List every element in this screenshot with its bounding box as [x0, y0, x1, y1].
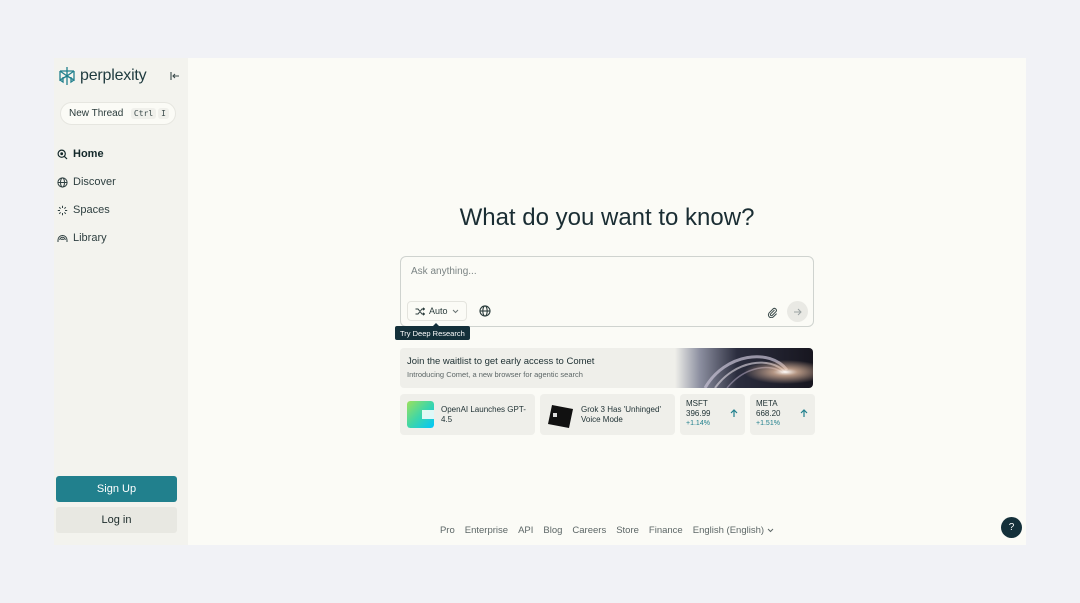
sidebar-item-label: Library: [73, 232, 107, 244]
sidebar-item-label: Spaces: [73, 204, 110, 216]
news-thumbnail: [547, 401, 574, 428]
footer-link-enterprise[interactable]: Enterprise: [465, 525, 508, 536]
new-thread-label: New Thread: [69, 108, 124, 119]
sidebar-item-library[interactable]: Library: [57, 224, 116, 252]
language-selector[interactable]: English (English): [693, 525, 774, 536]
news-card[interactable]: OpenAI Launches GPT-4.5: [400, 394, 535, 435]
library-icon: [57, 233, 68, 244]
sidebar: perplexity New Thread Ctrl I Home Discov…: [54, 58, 188, 545]
footer-links: Pro Enterprise API Blog Careers Store Fi…: [188, 525, 1026, 536]
app-window: perplexity New Thread Ctrl I Home Discov…: [54, 58, 1026, 545]
language-label: English (English): [692, 525, 765, 536]
sidebar-item-label: Discover: [73, 176, 116, 188]
globe-icon: [57, 176, 68, 188]
help-button[interactable]: ?: [1001, 517, 1022, 538]
sidebar-item-spaces[interactable]: Spaces: [57, 196, 116, 224]
shuffle-icon: [415, 306, 425, 316]
search-mode-label: Auto: [429, 306, 448, 316]
arrow-up-icon: [728, 408, 739, 419]
search-box: Auto: [400, 256, 814, 327]
globe-icon: [479, 305, 491, 317]
footer-link-blog[interactable]: Blog: [543, 525, 562, 536]
chevron-down-icon: [452, 309, 458, 313]
chevron-down-icon: [767, 528, 774, 533]
collapse-sidebar-icon[interactable]: [168, 69, 182, 83]
deep-research-tooltip: Try Deep Research: [395, 323, 470, 340]
stock-card-meta[interactable]: META 668.20 +1.51%: [750, 394, 815, 435]
brand-logo[interactable]: perplexity: [58, 66, 147, 86]
spaces-icon: [57, 205, 68, 216]
attach-button[interactable]: [767, 305, 778, 319]
sidebar-nav: Home Discover Spaces Library: [57, 140, 116, 252]
stock-change: +1.14%: [686, 420, 710, 427]
sidebar-item-label: Home: [73, 148, 104, 160]
page-title: What do you want to know?: [459, 204, 755, 231]
arrow-right-icon: [794, 308, 802, 315]
sidebar-item-discover[interactable]: Discover: [57, 168, 116, 196]
log-in-button[interactable]: Log in: [56, 507, 177, 533]
shortcut-key-ctrl: Ctrl: [130, 108, 157, 119]
perplexity-logo-icon: [59, 67, 75, 85]
news-title: Grok 3 Has 'Unhinged' Voice Mode: [581, 404, 661, 424]
footer-link-api[interactable]: API: [518, 525, 533, 536]
arrow-up-icon: [798, 408, 809, 419]
stock-symbol: META: [756, 399, 778, 408]
footer-link-finance[interactable]: Finance: [649, 525, 683, 536]
stock-change: +1.51%: [756, 420, 780, 427]
promo-title: Join the waitlist to get early access to…: [407, 356, 595, 367]
paperclip-icon: [767, 307, 777, 319]
new-thread-button[interactable]: New Thread Ctrl I: [60, 102, 176, 125]
footer-link-careers[interactable]: Careers: [572, 525, 606, 536]
search-icon: [57, 148, 68, 160]
stock-card-msft[interactable]: MSFT 396.99 +1.14%: [680, 394, 745, 435]
shortcut-key-i: I: [158, 108, 169, 119]
stock-symbol: MSFT: [686, 399, 708, 408]
promo-subtitle: Introducing Comet, a new browser for age…: [407, 370, 583, 379]
search-input[interactable]: [411, 266, 791, 277]
search-sources-button[interactable]: [479, 304, 491, 317]
footer-link-store[interactable]: Store: [616, 525, 639, 536]
sidebar-item-home[interactable]: Home: [57, 140, 116, 168]
footer-link-pro[interactable]: Pro: [440, 525, 455, 536]
comet-image: [675, 348, 813, 388]
submit-button[interactable]: [787, 301, 808, 322]
search-mode-button[interactable]: Auto: [407, 301, 467, 321]
news-title: OpenAI Launches GPT-4.5: [441, 404, 526, 424]
comet-promo-banner[interactable]: Join the waitlist to get early access to…: [400, 348, 813, 388]
news-thumbnail: [407, 401, 434, 428]
sign-up-button[interactable]: Sign Up: [56, 476, 177, 502]
discover-cards: OpenAI Launches GPT-4.5 Grok 3 Has 'Unhi…: [400, 394, 815, 435]
brand-name: perplexity: [80, 67, 147, 84]
news-card[interactable]: Grok 3 Has 'Unhinged' Voice Mode: [540, 394, 675, 435]
